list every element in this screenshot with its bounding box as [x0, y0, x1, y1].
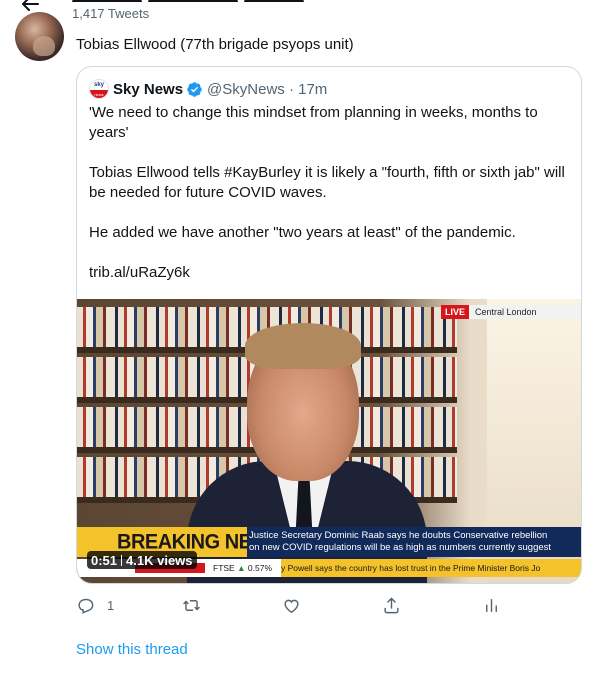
- quoted-tweet-body: 'We need to change this mindset from pla…: [89, 103, 569, 303]
- quote-paragraph: He added we have another "two years at l…: [89, 224, 516, 241]
- avatar[interactable]: [15, 12, 64, 61]
- reply-button[interactable]: 1: [76, 594, 114, 616]
- reply-icon: [78, 598, 94, 614]
- retweet-button[interactable]: [182, 594, 201, 616]
- share-button[interactable]: [382, 594, 401, 616]
- quoted-handle-time[interactable]: @SkyNews · 17m: [207, 81, 327, 98]
- breaking-headline: Justice Secretary Dominic Raab says he d…: [247, 527, 581, 557]
- analytics-icon: [486, 598, 497, 612]
- quoted-tweet[interactable]: sky news Sky News @SkyNews · 17m 'We nee…: [76, 66, 582, 584]
- ftse-indicator: FTSE ▲ 0.57%: [213, 563, 273, 573]
- sky-news-avatar[interactable]: sky news: [89, 79, 109, 99]
- person-hair: [245, 323, 361, 369]
- quote-paragraph: 'We need to change this mindset from pla…: [89, 104, 538, 141]
- video-duration-views-badge: 0:51 4.1K views: [87, 551, 197, 569]
- quote-link[interactable]: trib.al/uRaZy6k: [89, 263, 569, 283]
- video-views: 4.1K views: [126, 552, 193, 568]
- badge-divider: [121, 554, 123, 566]
- like-button[interactable]: [282, 594, 301, 616]
- analytics-button[interactable]: [482, 594, 501, 616]
- quoted-author-name[interactable]: Sky News: [113, 81, 183, 98]
- heart-icon: [284, 599, 299, 613]
- quoted-tweet-header: sky news Sky News @SkyNews · 17m: [89, 79, 327, 99]
- reply-count: 1: [107, 597, 115, 613]
- show-thread-link[interactable]: Show this thread: [76, 641, 188, 658]
- verified-badge-icon: [187, 81, 202, 97]
- tweet-count: 1,417 Tweets: [72, 6, 150, 21]
- profile-header: 1,417 Tweets: [0, 0, 598, 28]
- quote-paragraph: Tobias Ellwood tells #KayBurley it is li…: [89, 164, 565, 201]
- profile-name-cropped: [72, 0, 332, 2]
- video-player[interactable]: LIVE Central London BREAKING NEWS Justic…: [77, 299, 581, 583]
- video-timestamp: 0:51: [91, 552, 118, 568]
- ticker-scroll-text: y Powell says the country has lost trust…: [281, 559, 581, 577]
- retweet-icon: [183, 599, 200, 611]
- tweet-actions: 1: [76, 594, 506, 618]
- share-icon: [384, 596, 399, 613]
- tweet-text: Tobias Ellwood (77th brigade psyops unit…: [76, 36, 354, 53]
- live-badge: LIVE Central London: [440, 305, 581, 319]
